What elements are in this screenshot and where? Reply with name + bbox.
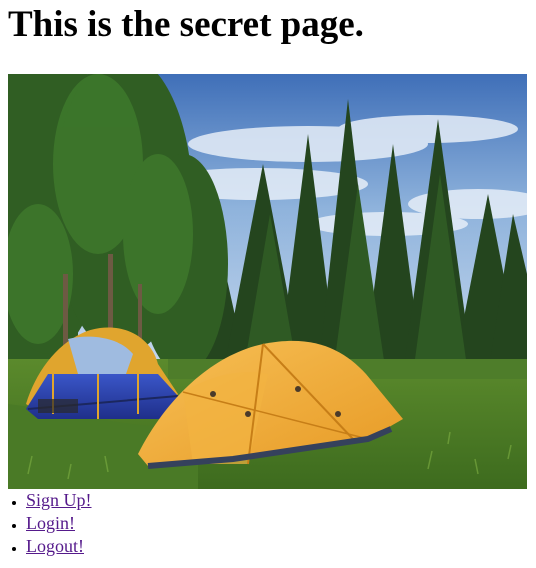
login-link[interactable]: Login! [26, 513, 75, 533]
list-item: Logout! [26, 535, 92, 558]
sign-up-link[interactable]: Sign Up! [26, 490, 92, 510]
logout-link[interactable]: Logout! [26, 536, 84, 556]
camping-tents-image [8, 74, 527, 489]
page-title: This is the secret page. [8, 4, 364, 45]
nav-links-list: Sign Up! Login! Logout! [0, 489, 92, 558]
list-item: Login! [26, 512, 92, 535]
list-item: Sign Up! [26, 489, 92, 512]
